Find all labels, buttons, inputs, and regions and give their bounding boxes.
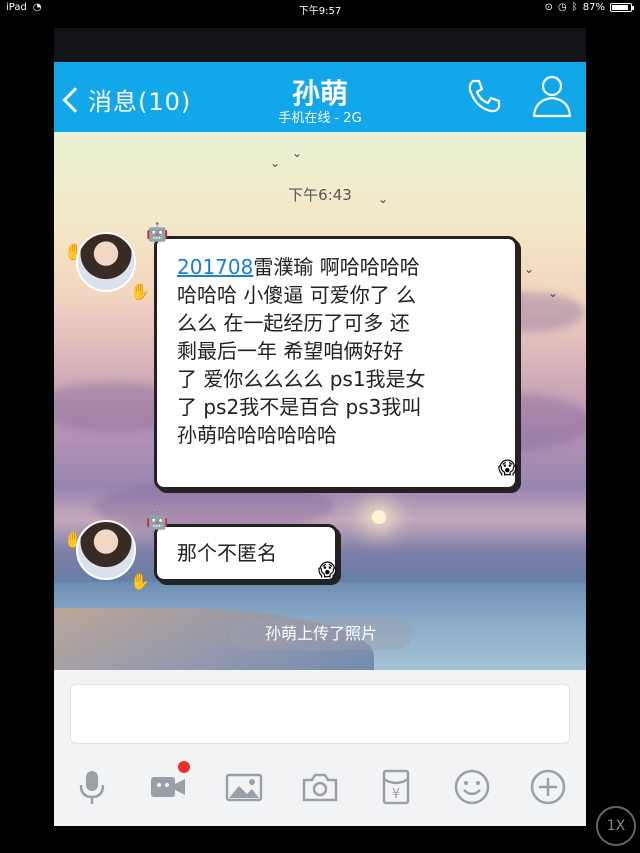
emoji-icon[interactable]	[452, 767, 492, 807]
battery-percent: 87%	[582, 2, 605, 13]
robot-sticker-icon: 🤖	[146, 222, 169, 243]
message-line: 哈哈哈 小傻逼 可爱你了 么	[177, 283, 417, 307]
svg-text:¥: ¥	[392, 787, 400, 802]
camera-icon[interactable]	[300, 767, 340, 807]
chat-subtitle: 手机在线 - 2G	[278, 111, 362, 126]
message-line: 了 ps2我不是百合 ps3我叫	[177, 395, 422, 419]
zoom-button[interactable]: 1X	[596, 806, 636, 846]
navigation-bar: 消息(10) 孙萌 手机在线 - 2G	[54, 62, 586, 132]
avatar[interactable]	[76, 520, 136, 580]
message-input[interactable]	[70, 684, 570, 744]
robot-sticker-icon: 🤖	[146, 510, 169, 531]
image-icon[interactable]	[224, 767, 264, 807]
avatar[interactable]	[76, 232, 136, 292]
message-timestamp: 下午6:43	[288, 186, 352, 204]
bird-icon: ⌄	[524, 262, 535, 276]
mic-icon[interactable]	[72, 767, 112, 807]
message-line: 了 爱你么么么么 ps1我是女	[177, 367, 426, 391]
notification-badge	[178, 761, 190, 773]
status-bar: iPad ◔ 下午9:57 ⊙ ◷ ᛒ 87%	[0, 0, 640, 18]
message-line: 剩最后一年 希望咱俩好好	[177, 339, 404, 363]
bluetooth-icon: ᛒ	[571, 2, 578, 13]
message-line: 雷濮瑜 啊哈哈哈哈	[253, 255, 420, 279]
chat-area[interactable]: ⌄ ⌄ ⌄ ⌄ ⌄ 下午6:43 ✋ ✋ 201708雷濮瑜 啊哈哈哈哈 哈哈哈…	[54, 132, 586, 670]
plus-icon[interactable]	[528, 767, 568, 807]
system-notice: 孙萌上传了照片	[230, 618, 412, 650]
battery-icon	[610, 3, 634, 12]
message-link[interactable]: 201708	[177, 255, 253, 279]
message-bubble[interactable]: 201708雷濮瑜 啊哈哈哈哈 哈哈哈 小傻逼 可爱你了 么 么么 在一起经历了…	[154, 236, 518, 490]
chat-title: 孙萌	[291, 77, 348, 110]
bird-icon: ⌄	[270, 156, 281, 170]
message-text: 那个不匿名	[177, 541, 277, 565]
bird-icon: ⌄	[548, 286, 559, 300]
rage-face-sticker-icon: 😱	[498, 458, 517, 479]
hand-sticker: ✋	[130, 572, 150, 591]
alarm-icon: ◷	[558, 2, 567, 13]
hand-sticker: ✋	[130, 282, 150, 301]
video-icon[interactable]	[148, 761, 190, 807]
person-icon[interactable]	[530, 72, 574, 118]
phone-top-bar	[54, 28, 586, 62]
sun	[372, 510, 386, 524]
phone-icon[interactable]	[464, 76, 504, 116]
phone-screen: 消息(10) 孙萌 手机在线 - 2G ⌄ ⌄ ⌄ ⌄ ⌄ 下午6:43 ✋ ✋…	[54, 28, 586, 826]
message-text: 201708雷濮瑜 啊哈哈哈哈 哈哈哈 小傻逼 可爱你了 么 么么 在一起经历了…	[177, 253, 495, 449]
red-packet-icon[interactable]: ¥	[376, 767, 416, 807]
toolbar: ¥	[54, 761, 586, 812]
bird-icon: ⌄	[292, 146, 303, 160]
message-line: 么么 在一起经历了可多 还	[177, 311, 410, 335]
message-bubble[interactable]: 那个不匿名	[154, 524, 338, 582]
message-line: 孙萌哈哈哈哈哈哈	[177, 423, 337, 447]
input-bar: ¥	[54, 670, 586, 826]
rage-face-sticker-icon: 😱	[318, 560, 337, 581]
location-icon: ⊙	[544, 2, 554, 13]
